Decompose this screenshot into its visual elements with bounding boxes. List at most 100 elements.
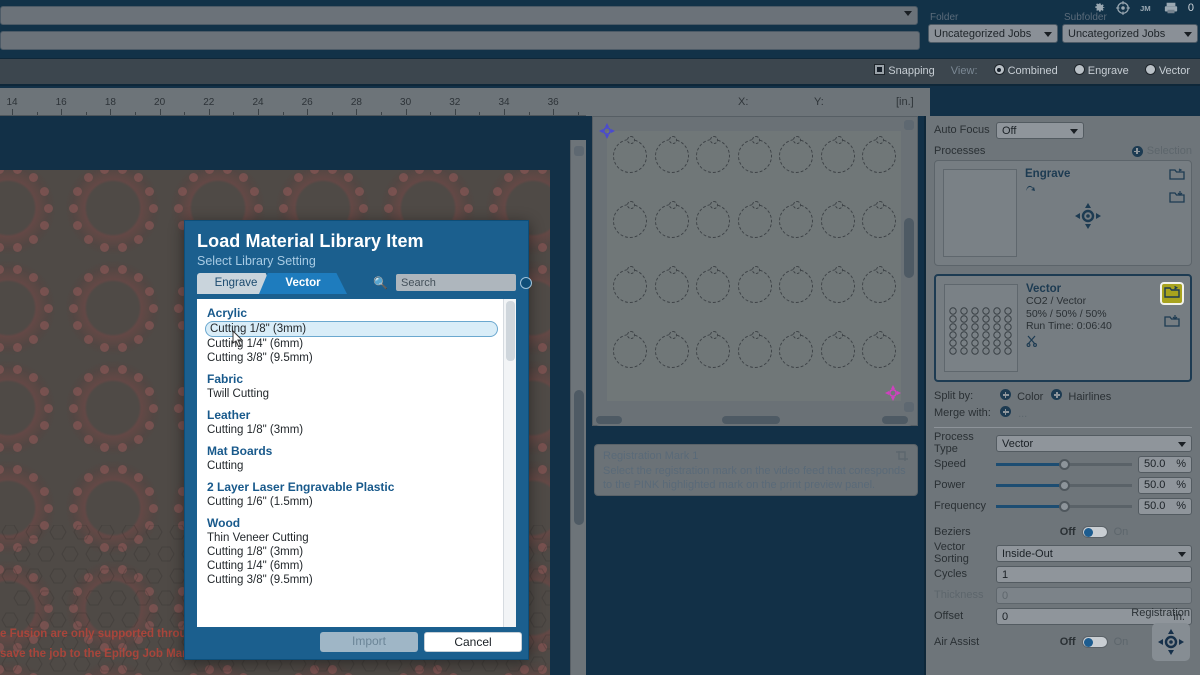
scroll-down-arrow[interactable]	[904, 402, 914, 412]
clear-search-icon[interactable]	[520, 277, 532, 289]
setting-slider[interactable]	[996, 500, 1132, 512]
registration-mark-bottom-right[interactable]	[885, 385, 901, 401]
artwork-item[interactable]	[779, 204, 813, 238]
merge-with-button[interactable]: ...	[1000, 406, 1027, 420]
scrollbar-thumb[interactable]	[506, 301, 515, 361]
registration-button[interactable]	[1152, 623, 1190, 661]
artwork-item[interactable]	[821, 139, 855, 173]
slider-knob[interactable]	[1059, 480, 1070, 491]
registration-mark-top-left[interactable]	[599, 123, 615, 139]
toggle-switch[interactable]	[1082, 526, 1108, 538]
library-list-item[interactable]: Thin Veneer Cutting	[207, 531, 502, 545]
artwork-item[interactable]	[696, 334, 730, 368]
job-select-field[interactable]	[0, 6, 918, 25]
folder-save-icon[interactable]	[1169, 190, 1185, 204]
library-list-item[interactable]: Cutting 1/4" (6mm)	[207, 337, 502, 351]
view-option-combined[interactable]: Combined	[994, 64, 1058, 77]
folder-save-icon[interactable]	[1164, 314, 1180, 328]
artwork-item[interactable]	[821, 334, 855, 368]
target-icon[interactable]	[1116, 1, 1130, 15]
setting-value-input[interactable]: 50.0%	[1138, 477, 1192, 494]
scroll-left-arrow[interactable]	[596, 416, 622, 424]
split-by-hairlines-button[interactable]: Hairlines	[1051, 389, 1111, 403]
preview-horizontal-scrollbar[interactable]	[594, 414, 914, 426]
library-list-scrollbar[interactable]	[503, 299, 516, 627]
artwork-item[interactable]	[655, 334, 689, 368]
horizontal-ruler[interactable]: 141618202224262830323436	[0, 94, 586, 116]
preview-vertical-scrollbar[interactable]	[902, 118, 916, 414]
library-list-item[interactable]: Cutting	[207, 459, 502, 473]
artwork-item[interactable]	[655, 269, 689, 303]
library-list-item[interactable]: Cutting 3/8" (9.5mm)	[207, 351, 502, 365]
artwork-item[interactable]	[862, 204, 896, 238]
setting-value-input[interactable]: 50.0%	[1138, 456, 1192, 473]
snapping-toggle[interactable]: Snapping	[874, 64, 935, 77]
library-list[interactable]: AcrylicCutting 1/8" (3mm)Cutting 1/4" (6…	[197, 299, 516, 627]
artwork-item[interactable]	[779, 269, 813, 303]
artwork-item[interactable]	[862, 139, 896, 173]
view-option-vector[interactable]: Vector	[1145, 64, 1190, 77]
jm-icon[interactable]: JM	[1140, 1, 1154, 15]
artwork-item[interactable]	[613, 269, 647, 303]
load-material-library-button[interactable]	[1160, 282, 1184, 305]
left-vertical-scrollbar[interactable]	[570, 140, 586, 675]
artwork-item[interactable]	[613, 139, 647, 173]
artwork-item[interactable]	[862, 334, 896, 368]
artwork-item[interactable]	[696, 269, 730, 303]
library-list-item[interactable]: Cutting 1/4" (6mm)	[207, 559, 502, 573]
artwork-item[interactable]	[655, 204, 689, 238]
setting-value-input[interactable]: 50.0%	[1138, 498, 1192, 515]
scrollbar-thumb[interactable]	[574, 390, 584, 525]
subfolder-select[interactable]: Uncategorized Jobs	[1062, 24, 1198, 43]
artwork-item[interactable]	[696, 139, 730, 173]
folder-select[interactable]: Uncategorized Jobs	[928, 24, 1058, 43]
library-list-item[interactable]: Cutting 1/6" (1.5mm)	[207, 495, 502, 509]
setting-slider[interactable]	[996, 479, 1132, 491]
split-by-color-button[interactable]: Color	[1000, 389, 1043, 403]
process-card-engrave[interactable]: Engrave	[934, 160, 1192, 266]
library-list-item[interactable]: Twill Cutting	[207, 387, 502, 401]
search-input[interactable]	[396, 274, 516, 291]
toggle-switch[interactable]	[1082, 636, 1108, 648]
job-name-input[interactable]	[0, 31, 920, 50]
setting-input[interactable]: 1	[996, 566, 1192, 583]
add-selection-button[interactable]: Selection	[1132, 145, 1192, 157]
process-card-vector[interactable]: Vector CO2 / Vector 50% / 50% / 50% Run …	[934, 274, 1192, 382]
print-preview-panel[interactable]	[592, 116, 918, 426]
artwork-item[interactable]	[821, 204, 855, 238]
artwork-item[interactable]	[821, 269, 855, 303]
artwork-item[interactable]	[655, 139, 689, 173]
crop-icon[interactable]	[895, 450, 909, 462]
artwork-item[interactable]	[779, 139, 813, 173]
scroll-right-arrow[interactable]	[882, 416, 908, 424]
artwork-item[interactable]	[738, 334, 772, 368]
artwork-item[interactable]	[738, 139, 772, 173]
scrollbar-thumb[interactable]	[722, 416, 780, 424]
scroll-up-arrow[interactable]	[904, 120, 914, 130]
library-list-item[interactable]: Cutting 1/8" (3mm)	[205, 321, 498, 337]
slider-knob[interactable]	[1059, 459, 1070, 470]
setting-select[interactable]: Vector	[996, 435, 1192, 452]
tab-vector[interactable]: Vector	[259, 273, 347, 294]
view-option-engrave[interactable]: Engrave	[1074, 64, 1129, 77]
artwork-item[interactable]	[613, 204, 647, 238]
setting-select[interactable]: Inside-Out	[996, 545, 1192, 562]
artwork-item[interactable]	[779, 334, 813, 368]
scroll-up-arrow[interactable]	[574, 146, 584, 156]
slider-knob[interactable]	[1059, 501, 1070, 512]
setting-toggle-group[interactable]: OffOn	[996, 526, 1192, 538]
folder-open-icon[interactable]	[1169, 167, 1185, 181]
auto-focus-select[interactable]: Off	[996, 122, 1084, 139]
printer-icon[interactable]	[1164, 1, 1178, 15]
search-field[interactable]	[396, 274, 516, 291]
library-list-item[interactable]: Cutting 1/8" (3mm)	[207, 545, 502, 559]
library-list-item[interactable]: Cutting 3/8" (9.5mm)	[207, 573, 502, 587]
gear-icon[interactable]	[1092, 1, 1106, 15]
cancel-button[interactable]: Cancel	[424, 632, 522, 652]
library-list-item[interactable]: Cutting 1/8" (3mm)	[207, 423, 502, 437]
artwork-item[interactable]	[738, 269, 772, 303]
scrollbar-thumb[interactable]	[904, 218, 914, 278]
artwork-item[interactable]	[696, 204, 730, 238]
setting-slider[interactable]	[996, 458, 1132, 470]
artwork-item[interactable]	[738, 204, 772, 238]
